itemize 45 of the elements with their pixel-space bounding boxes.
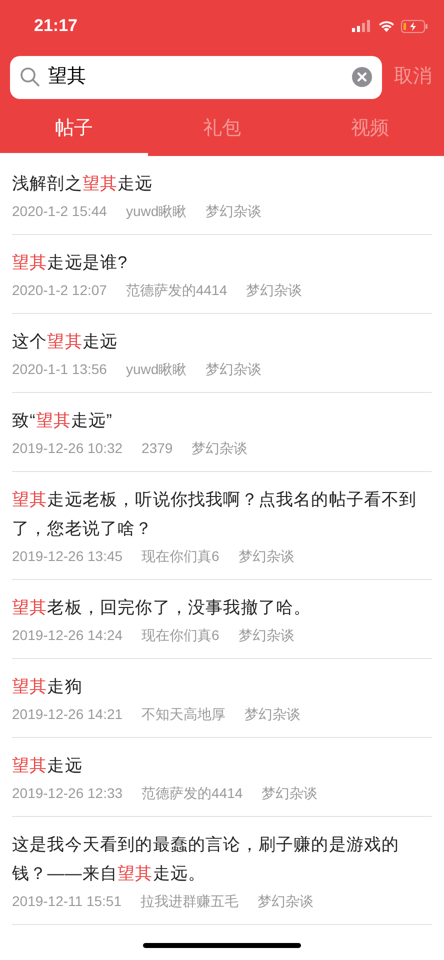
- forum-name: 梦幻杂谈: [246, 281, 302, 300]
- post-title[interactable]: 望其走狗: [12, 672, 432, 701]
- post-author: yuwd瞅瞅: [126, 360, 187, 379]
- search-field[interactable]: 望其: [48, 62, 344, 92]
- post-author: 范德萨发的4414: [126, 281, 228, 300]
- post-title[interactable]: 这个望其走远: [12, 327, 432, 356]
- post-date: 2019-12-26 10:32: [12, 439, 123, 458]
- forum-name: 梦幻杂谈: [192, 439, 248, 458]
- post-title[interactable]: 望其走远是谁?: [12, 248, 432, 277]
- post-author: 拉我进群赚五毛: [140, 892, 238, 911]
- post-date: 2019-12-26 12:33: [12, 784, 123, 803]
- post-date: 2019-12-26 14:24: [12, 626, 123, 645]
- post-author: 范德萨发的4414: [142, 784, 243, 803]
- forum-name: 梦幻杂谈: [244, 705, 301, 724]
- post-author: 2379: [142, 439, 173, 458]
- post-title[interactable]: 望其走远老板，听说你找我啊？点我名的帖子看不到了，您老说了啥？: [12, 485, 432, 543]
- post-date: 2020-1-1 13:56: [12, 360, 107, 379]
- post-title[interactable]: 望其走远: [12, 751, 432, 780]
- post-date: 2019-12-11 15:51: [12, 892, 122, 911]
- battery-icon: [401, 20, 428, 32]
- post-title[interactable]: 致“望其走远”: [12, 406, 432, 435]
- post-date: 2020-1-2 12:07: [12, 281, 107, 300]
- post-author: 现在你们真6: [142, 547, 220, 566]
- post-date: 2019-12-26 14:21: [12, 705, 123, 724]
- status-time: 21:17: [34, 15, 78, 38]
- post-author: 不知天高地厚: [142, 705, 226, 724]
- forum-name: 梦幻杂谈: [238, 547, 294, 566]
- post-title[interactable]: 浅解剖之望其走远: [12, 169, 432, 198]
- forum-name: 梦幻杂谈: [258, 892, 314, 911]
- forum-name: 梦幻杂谈: [238, 626, 294, 645]
- search-bar[interactable]: 望其: [10, 56, 382, 98]
- post-date: 2019-12-26 13:45: [12, 547, 123, 566]
- post-author: 现在你们真6: [142, 626, 220, 645]
- clear-icon[interactable]: [352, 67, 372, 87]
- forum-name: 梦幻杂谈: [262, 784, 318, 803]
- forum-name: 梦幻杂谈: [206, 202, 262, 221]
- post-date: 2020-1-2 15:44: [12, 202, 107, 221]
- signal-icon: [352, 20, 372, 32]
- forum-name: 梦幻杂谈: [206, 360, 262, 379]
- post-author: yuwd瞅瞅: [126, 202, 187, 221]
- post-title[interactable]: 望其老板，回完你了，没事我撤了哈。: [12, 593, 432, 622]
- search-icon: [20, 67, 40, 87]
- post-title[interactable]: 这是我今天看到的最蠢的言论，刷子赚的是游戏的钱？——来自望其走远。: [12, 830, 432, 888]
- wifi-icon: [378, 20, 395, 32]
- tab[interactable]: 帖子: [0, 102, 148, 156]
